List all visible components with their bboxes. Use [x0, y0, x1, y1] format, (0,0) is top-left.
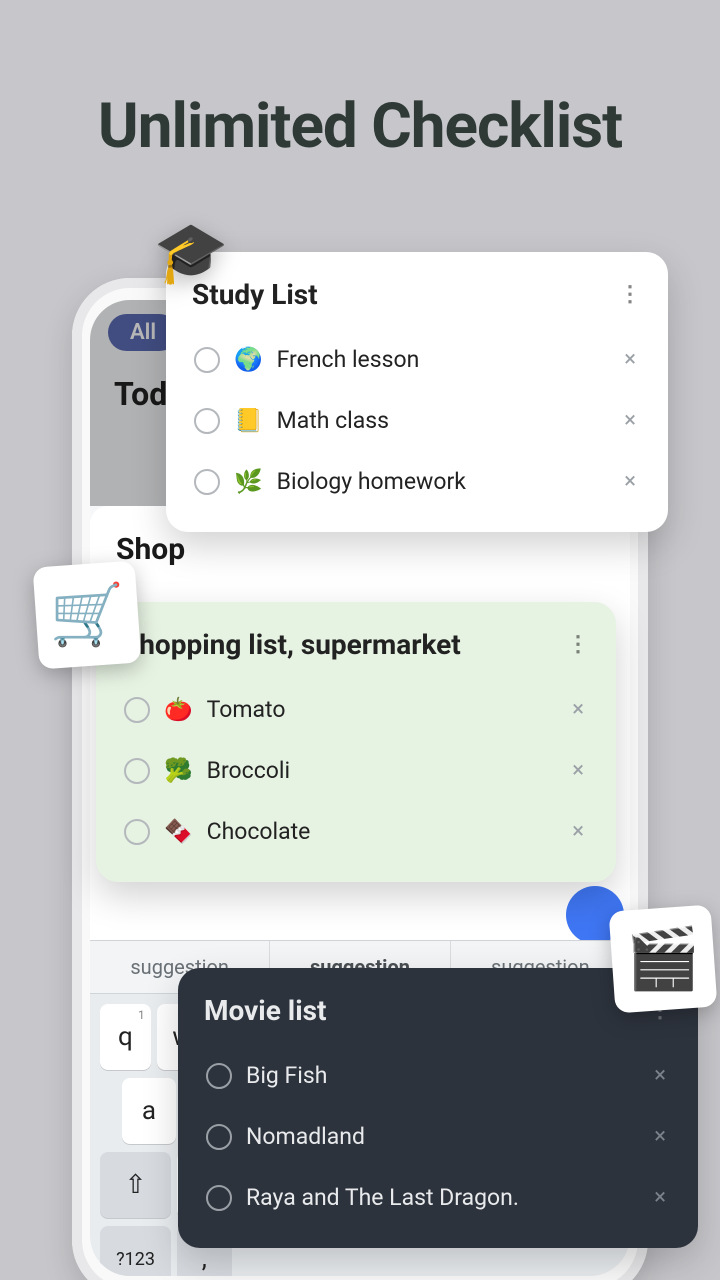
item-label: Broccoli — [207, 757, 555, 784]
card-study[interactable]: Study List ⋮ 🌍 French lesson × 📒 Math cl… — [166, 252, 668, 532]
list-item[interactable]: 🥦 Broccoli × — [122, 740, 590, 801]
page-headline: Unlimited Checklist — [0, 90, 720, 163]
item-emoji: 📒 — [234, 407, 263, 434]
checkbox-icon[interactable] — [206, 1185, 232, 1211]
checkbox-icon[interactable] — [194, 469, 220, 495]
checkbox-icon[interactable] — [194, 408, 220, 434]
checkbox-icon[interactable] — [124, 819, 150, 845]
list-item[interactable]: 📒 Math class × — [192, 390, 642, 451]
list-item[interactable]: Raya and The Last Dragon. × — [204, 1167, 672, 1228]
list-item[interactable]: 🍅 Tomato × — [122, 679, 590, 740]
list-item[interactable]: 🍫 Chocolate × — [122, 801, 590, 862]
item-label: Big Fish — [246, 1062, 636, 1089]
close-icon[interactable]: × — [650, 1059, 670, 1092]
key-numbers[interactable]: ?123 — [100, 1226, 171, 1276]
item-emoji: 🥦 — [164, 757, 193, 784]
shopping-cart-icon: 🛒 — [42, 570, 132, 660]
more-icon[interactable]: ⋮ — [566, 634, 590, 656]
item-emoji: 🌿 — [234, 468, 263, 495]
list-item[interactable]: Nomadland × — [204, 1106, 672, 1167]
item-emoji: 🍫 — [164, 818, 193, 845]
close-icon[interactable]: × — [620, 404, 640, 437]
clapperboard-icon: 🎬 — [618, 914, 708, 1004]
close-icon[interactable]: × — [568, 693, 588, 726]
card-shopping[interactable]: Shopping list, supermarket ⋮ 🍅 Tomato × … — [96, 602, 616, 882]
checkbox-icon[interactable] — [206, 1063, 232, 1089]
item-label: Tomato — [207, 696, 555, 723]
list-item[interactable]: 🌍 French lesson × — [192, 329, 642, 390]
card-title-text: Movie list — [204, 994, 326, 1027]
checkbox-icon[interactable] — [194, 347, 220, 373]
checkbox-icon[interactable] — [124, 758, 150, 784]
item-label: Math class — [277, 407, 607, 434]
graduation-cap-icon: 🎓 — [146, 208, 236, 298]
key-shift[interactable]: ⇧ — [100, 1152, 171, 1218]
list-item[interactable]: 🌿 Biology homework × — [192, 451, 642, 512]
close-icon[interactable]: × — [568, 815, 588, 848]
close-icon[interactable]: × — [650, 1181, 670, 1214]
list-item[interactable]: Big Fish × — [204, 1045, 672, 1106]
checkbox-icon[interactable] — [124, 697, 150, 723]
item-label: Nomadland — [246, 1123, 636, 1150]
key-q[interactable]: q1 — [100, 1004, 151, 1070]
item-label: Raya and The Last Dragon. — [246, 1184, 636, 1211]
item-label: Biology homework — [277, 468, 607, 495]
close-icon[interactable]: × — [620, 465, 640, 498]
close-icon[interactable]: × — [568, 754, 588, 787]
item-emoji: 🌍 — [234, 346, 263, 373]
card-title-text: Shopping list, supermarket — [122, 628, 461, 661]
item-emoji: 🍅 — [164, 696, 193, 723]
sheet-title: Shop — [116, 532, 604, 567]
close-icon[interactable]: × — [620, 343, 640, 376]
close-icon[interactable]: × — [650, 1120, 670, 1153]
item-label: Chocolate — [207, 818, 555, 845]
item-label: French lesson — [277, 346, 607, 373]
more-icon[interactable]: ⋮ — [618, 284, 642, 306]
key-a[interactable]: a — [122, 1078, 176, 1144]
checkbox-icon[interactable] — [206, 1124, 232, 1150]
